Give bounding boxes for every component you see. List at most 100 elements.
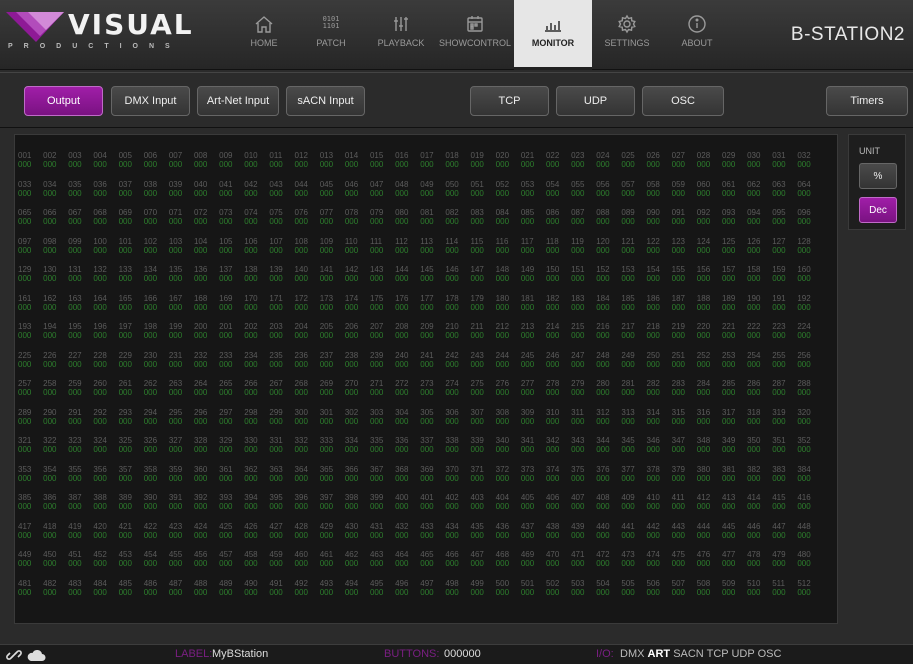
channel-cell: 382 000 bbox=[747, 465, 772, 494]
channel-number: 255 bbox=[772, 350, 786, 360]
artnet-input-button[interactable]: Art-Net Input bbox=[197, 86, 279, 116]
channel-number: 041 bbox=[219, 179, 233, 189]
nav-patch[interactable]: 0101 1101 PATCH bbox=[296, 0, 366, 70]
channel-value: 000 bbox=[118, 245, 132, 255]
channel-cell: 111 000 bbox=[370, 237, 395, 266]
channel-value: 000 bbox=[646, 217, 660, 226]
channel-cell: 485 000 bbox=[119, 579, 144, 608]
channel-cell: 043 000 bbox=[269, 180, 294, 209]
channel-value: 000 bbox=[344, 359, 359, 369]
channel-value: 000 bbox=[621, 587, 635, 597]
udp-button[interactable]: UDP bbox=[556, 86, 635, 116]
channel-value: 000 bbox=[520, 331, 535, 340]
channel-value: 000 bbox=[93, 445, 107, 454]
channel-cell: 091 000 bbox=[672, 208, 697, 237]
channel-number: 208 bbox=[395, 322, 409, 331]
channel-cell: 460 000 bbox=[295, 550, 320, 579]
channel-number: 072 bbox=[193, 208, 208, 217]
channel-value: 000 bbox=[344, 473, 359, 483]
channel-value: 000 bbox=[168, 416, 183, 426]
channel-number: 510 bbox=[747, 578, 761, 588]
channel-cell: 328 000 bbox=[194, 436, 219, 465]
channel-cell: 493 000 bbox=[320, 579, 345, 608]
channel-cell: 164 000 bbox=[93, 294, 118, 323]
channel-cell: 120 000 bbox=[596, 237, 621, 266]
channel-number: 449 bbox=[18, 550, 32, 559]
channel-cell: 021 000 bbox=[521, 151, 546, 180]
nav-settings[interactable]: SETTINGS bbox=[592, 0, 662, 70]
channel-number: 324 bbox=[93, 436, 107, 445]
channel-number: 426 bbox=[244, 521, 258, 531]
channel-cell: 201 000 bbox=[219, 322, 244, 351]
channel-number: 437 bbox=[520, 521, 535, 531]
channel-number: 016 bbox=[395, 151, 409, 160]
channel-value: 000 bbox=[545, 160, 560, 169]
channel-value: 000 bbox=[696, 217, 711, 226]
channel-value: 000 bbox=[244, 559, 258, 568]
channel-value: 000 bbox=[168, 217, 183, 226]
channel-value: 000 bbox=[168, 445, 183, 454]
cloud-icon[interactable] bbox=[26, 648, 46, 662]
channel-cell: 278 000 bbox=[546, 379, 571, 408]
channel-number: 132 bbox=[93, 265, 107, 274]
channel-value: 000 bbox=[143, 245, 158, 255]
channel-value: 000 bbox=[721, 473, 736, 483]
nav-home[interactable]: HOME bbox=[232, 0, 296, 70]
channel-number: 042 bbox=[244, 179, 258, 189]
channel-number: 204 bbox=[294, 322, 308, 331]
channel-value: 000 bbox=[470, 416, 484, 426]
channel-cell: 361 000 bbox=[219, 465, 244, 494]
channel-number: 046 bbox=[344, 179, 359, 189]
channel-value: 000 bbox=[395, 559, 409, 568]
channel-cell: 059 000 bbox=[672, 180, 697, 209]
channel-cell: 324 000 bbox=[93, 436, 118, 465]
channel-value: 000 bbox=[545, 473, 560, 483]
unit-percent-button[interactable]: % bbox=[859, 163, 897, 189]
channel-value: 000 bbox=[445, 217, 459, 226]
nav-playback[interactable]: PLAYBACK bbox=[366, 0, 436, 70]
channel-cell: 458 000 bbox=[244, 550, 269, 579]
channel-number: 353 bbox=[18, 464, 32, 474]
channel-cell: 013 000 bbox=[320, 151, 345, 180]
channel-value: 000 bbox=[93, 217, 107, 226]
timers-button[interactable]: Timers bbox=[826, 86, 908, 116]
channel-value: 000 bbox=[747, 274, 761, 283]
channel-value: 000 bbox=[772, 559, 786, 568]
channel-number: 166 bbox=[143, 293, 158, 303]
link-icon[interactable] bbox=[6, 647, 22, 663]
nav-about[interactable]: ABOUT bbox=[662, 0, 732, 70]
channel-number: 420 bbox=[93, 521, 107, 531]
channel-cell: 104 000 bbox=[194, 237, 219, 266]
channel-number: 221 bbox=[721, 322, 736, 331]
output-button[interactable]: Output bbox=[24, 86, 103, 116]
channel-cell: 299 000 bbox=[269, 408, 294, 437]
nav-showcontrol[interactable]: SHOWCONTROL bbox=[436, 0, 514, 70]
osc-button[interactable]: OSC bbox=[642, 86, 724, 116]
channel-value: 000 bbox=[495, 530, 510, 540]
channel-number: 286 bbox=[747, 379, 761, 388]
nav-monitor[interactable]: MONITOR bbox=[514, 0, 592, 70]
channel-value: 000 bbox=[747, 302, 761, 312]
channel-value: 000 bbox=[143, 160, 158, 169]
channel-cell: 481 000 bbox=[18, 579, 43, 608]
unit-dec-button[interactable]: Dec bbox=[859, 197, 897, 223]
proto-udp: UDP bbox=[731, 648, 755, 660]
tcp-button[interactable]: TCP bbox=[470, 86, 549, 116]
channel-value: 000 bbox=[18, 445, 32, 454]
channel-value: 000 bbox=[294, 274, 308, 283]
channel-cell: 347 000 bbox=[672, 436, 697, 465]
channel-number: 368 bbox=[395, 464, 409, 474]
channel-value: 000 bbox=[420, 274, 434, 283]
channel-value: 000 bbox=[395, 302, 409, 312]
channel-value: 000 bbox=[495, 188, 510, 198]
channel-cell: 439 000 bbox=[571, 522, 596, 551]
sacn-input-button[interactable]: sACN Input bbox=[286, 86, 365, 116]
channel-number: 174 bbox=[344, 293, 359, 303]
channel-number: 178 bbox=[445, 293, 459, 303]
channel-number: 418 bbox=[43, 521, 57, 531]
channel-cell: 266 000 bbox=[244, 379, 269, 408]
channel-cell: 501 000 bbox=[521, 579, 546, 608]
channel-cell: 465 000 bbox=[420, 550, 445, 579]
dmx-input-button[interactable]: DMX Input bbox=[111, 86, 190, 116]
channel-cell: 155 000 bbox=[672, 265, 697, 294]
